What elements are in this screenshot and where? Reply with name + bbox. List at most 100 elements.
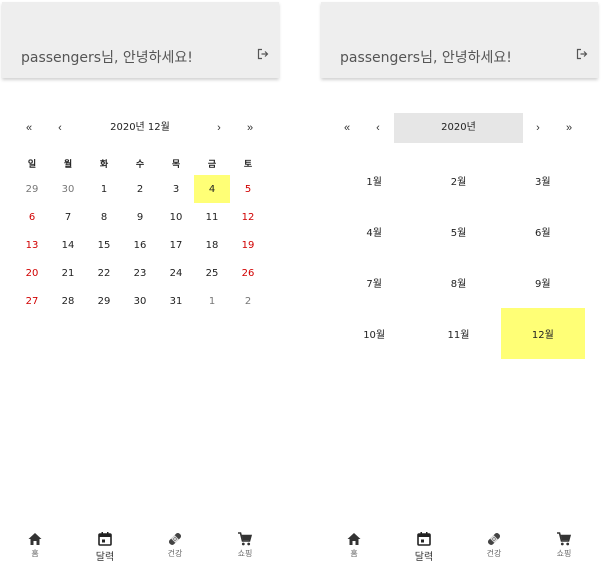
- calendar-month[interactable]: 8월: [416, 257, 500, 308]
- bottom-navigation: 홈 달력 건강 쇼핑: [0, 523, 280, 573]
- tab-label: 달력: [414, 552, 434, 563]
- calendar-day[interactable]: 31: [158, 287, 194, 315]
- calendar-day[interactable]: 26: [230, 259, 266, 287]
- tab-label: 달력: [95, 552, 115, 563]
- selected-month[interactable]: 12월: [500, 308, 585, 359]
- calendar-day[interactable]: 23: [122, 259, 158, 287]
- app-header: passengers님, 안녕하세요!: [321, 2, 598, 78]
- weekday-label: 금: [207, 160, 217, 170]
- weekday-label: 목: [171, 160, 181, 170]
- calendar-day[interactable]: 29: [14, 175, 50, 203]
- calendar-day[interactable]: 14: [50, 231, 86, 259]
- calendar-day[interactable]: 20: [14, 259, 50, 287]
- calendar-month[interactable]: 5월: [416, 206, 500, 257]
- calendar-month[interactable]: 2월: [416, 155, 500, 206]
- calendar-day[interactable]: 15: [86, 231, 122, 259]
- calendar-day[interactable]: 12: [230, 203, 266, 231]
- calendar-day[interactable]: 2: [122, 175, 158, 203]
- calendar-day[interactable]: 9: [122, 203, 158, 231]
- next-decade-button[interactable]: »: [557, 113, 581, 143]
- calendar-month[interactable]: 4월: [332, 206, 416, 257]
- prev-decade-button[interactable]: «: [335, 113, 359, 143]
- calendar-day[interactable]: 3: [158, 175, 194, 203]
- calendar-day[interactable]: 13: [14, 231, 50, 259]
- calendar-month[interactable]: 7월: [332, 257, 416, 308]
- calendar-day[interactable]: 30: [122, 287, 158, 315]
- calendar-month[interactable]: 3월: [501, 155, 585, 206]
- calendar-day[interactable]: 8: [86, 203, 122, 231]
- next-year-button[interactable]: ›: [526, 113, 550, 143]
- selected-day[interactable]: 4: [194, 175, 230, 203]
- tab-bandage[interactable]: 건강: [140, 523, 210, 573]
- calendar-navigation: « ‹ 2020년 12월 › »: [0, 113, 280, 143]
- prev-month-button[interactable]: ‹: [48, 113, 72, 143]
- next-year-button[interactable]: »: [238, 113, 262, 143]
- current-year-label[interactable]: 2020년: [394, 113, 523, 143]
- calendar-day[interactable]: 25: [194, 259, 230, 287]
- calendar-day[interactable]: 2: [230, 287, 266, 315]
- calendar-month[interactable]: 11월: [416, 308, 500, 359]
- calendar-day[interactable]: 7: [50, 203, 86, 231]
- calendar-day[interactable]: 21: [50, 259, 86, 287]
- weekday-label: 일: [27, 160, 37, 170]
- calendar-day[interactable]: 27: [14, 287, 50, 315]
- tab-label: 홈: [31, 549, 39, 558]
- tab-label: 홈: [350, 549, 358, 558]
- logout-icon[interactable]: [576, 48, 588, 60]
- weekday-label: 월: [63, 160, 73, 170]
- weekday-label: 수: [135, 160, 145, 170]
- next-month-button[interactable]: ›: [207, 113, 231, 143]
- calendar-icon: [98, 532, 112, 546]
- home-icon: [28, 533, 42, 545]
- calendar-day[interactable]: 28: [50, 287, 86, 315]
- calendar-day[interactable]: 19: [230, 231, 266, 259]
- tab-label: 건강: [167, 549, 183, 558]
- greeting-text: passengers님, 안녕하세요!: [340, 50, 512, 66]
- current-month-label[interactable]: 2020년 12월: [74, 113, 206, 143]
- calendar-day[interactable]: 22: [86, 259, 122, 287]
- tab-home[interactable]: 홈: [319, 523, 389, 573]
- prev-year-button[interactable]: ‹: [366, 113, 390, 143]
- tab-label: 쇼핑: [237, 549, 253, 558]
- greeting-text: passengers님, 안녕하세요!: [21, 50, 193, 66]
- calendar-day[interactable]: 30: [50, 175, 86, 203]
- year-view-screen: passengers님, 안녕하세요! « ‹ 2020년 › » 1월 2월 3월…: [319, 0, 599, 573]
- bandage-icon: [487, 532, 501, 546]
- calendar-day[interactable]: 16: [122, 231, 158, 259]
- tab-bandage[interactable]: 건강: [459, 523, 529, 573]
- bottom-navigation: 홈 달력 건강 쇼핑: [319, 523, 599, 573]
- tab-home[interactable]: 홈: [0, 523, 70, 573]
- calendar-navigation: « ‹ 2020년 › »: [319, 113, 599, 143]
- calendar-icon: [417, 532, 431, 546]
- weekday-label: 화: [99, 160, 109, 170]
- calendar-day[interactable]: 5: [230, 175, 266, 203]
- calendar-month[interactable]: 1월: [332, 155, 416, 206]
- day-grid: 29 30 1 2 3 4 5 6 7 8 9 10 11 12 13 14 15 16 17 18 19 20 21 22 2…: [14, 175, 266, 315]
- cart-icon: [238, 532, 253, 546]
- calendar-day[interactable]: 29: [86, 287, 122, 315]
- app-header: passengers님, 안녕하세요!: [2, 2, 279, 78]
- home-icon: [347, 533, 361, 545]
- weekday-header: 일 월 화 수 목 금 토: [14, 157, 266, 173]
- calendar-day[interactable]: 18: [194, 231, 230, 259]
- cart-icon: [557, 532, 572, 546]
- tab-calendar[interactable]: 달력: [389, 523, 459, 573]
- tab-calendar[interactable]: 달력: [70, 523, 140, 573]
- calendar-day[interactable]: 1: [194, 287, 230, 315]
- calendar-day[interactable]: 6: [14, 203, 50, 231]
- tab-cart[interactable]: 쇼핑: [529, 523, 599, 573]
- calendar-day[interactable]: 24: [158, 259, 194, 287]
- calendar-day[interactable]: 10: [158, 203, 194, 231]
- calendar-day[interactable]: 17: [158, 231, 194, 259]
- tab-cart[interactable]: 쇼핑: [210, 523, 280, 573]
- calendar-month[interactable]: 10월: [332, 308, 416, 359]
- prev-year-button[interactable]: «: [17, 113, 41, 143]
- logout-icon[interactable]: [257, 48, 269, 60]
- weekday-label: 토: [243, 160, 253, 170]
- month-view-screen: passengers님, 안녕하세요! « ‹ 2020년 12월 › » 일 …: [0, 0, 280, 573]
- calendar-month[interactable]: 6월: [501, 206, 585, 257]
- calendar-month[interactable]: 9월: [501, 257, 585, 308]
- tab-label: 쇼핑: [556, 549, 572, 558]
- calendar-day[interactable]: 11: [194, 203, 230, 231]
- calendar-day[interactable]: 1: [86, 175, 122, 203]
